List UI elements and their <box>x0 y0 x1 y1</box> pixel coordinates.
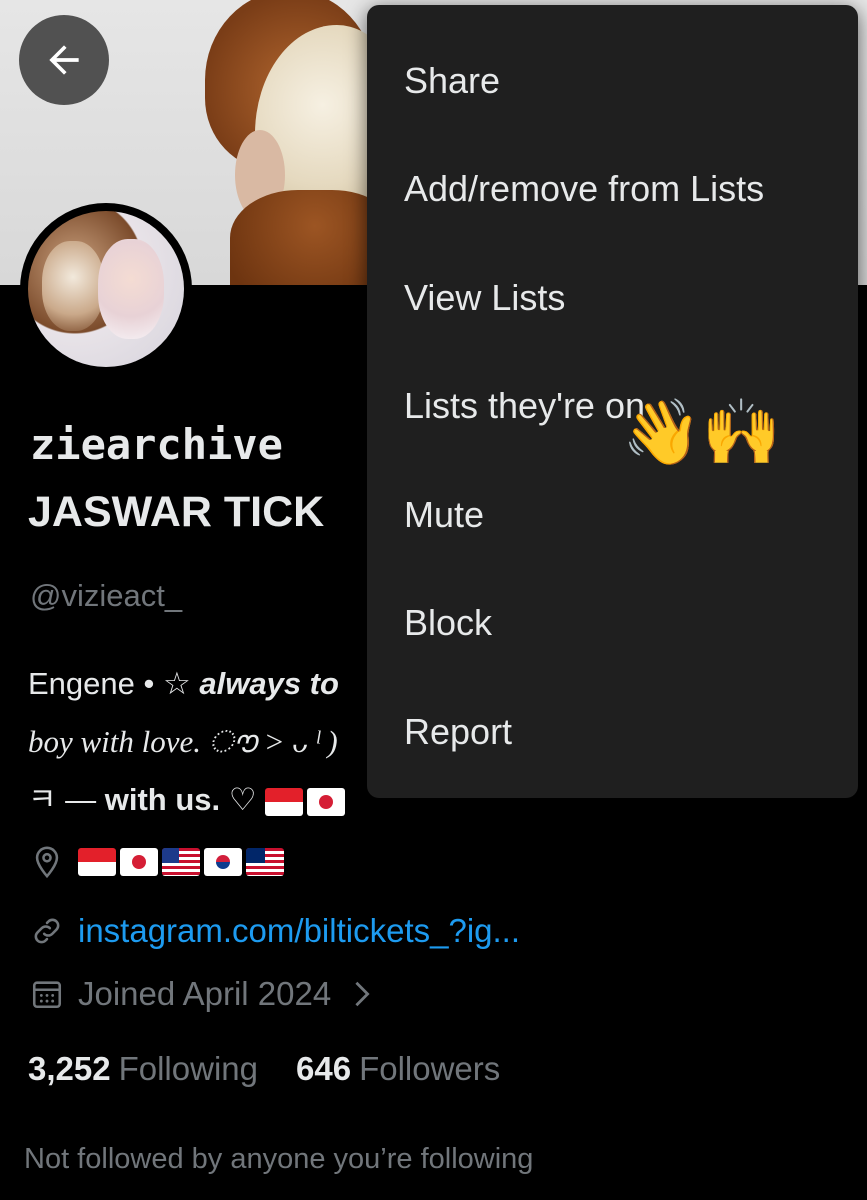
not-followed-note: Not followed by anyone you’re following <box>24 1143 534 1175</box>
avatar[interactable] <box>20 203 192 375</box>
back-button[interactable] <box>19 15 109 105</box>
joined-row[interactable]: Joined April 2024 <box>30 975 371 1013</box>
avatar-person-2 <box>98 239 164 339</box>
overflow-menu: Share Add/remove from Lists View Lists L… <box>367 5 858 798</box>
display-name-line-2: JASWAR TICK <box>28 488 325 536</box>
joined-date: Joined April 2024 <box>78 975 332 1012</box>
location-pin-icon <box>35 846 59 879</box>
followers-stat[interactable]: 646 Followers <box>296 1050 500 1087</box>
menu-item-add-remove-lists[interactable]: Add/remove from Lists <box>404 168 764 210</box>
menu-item-mute[interactable]: Mute <box>404 494 484 536</box>
link-icon <box>34 918 60 944</box>
flag-malaysia-icon <box>246 848 284 876</box>
avatar-photo <box>28 211 184 367</box>
flag-usa-icon <box>162 848 200 876</box>
user-handle: @vizieact_ <box>30 578 183 613</box>
flag-japan-icon <box>307 787 346 816</box>
bio-line-2: boy with love. ൗ > ᴗ ˡ ) <box>28 724 338 759</box>
menu-item-view-lists[interactable]: View Lists <box>404 277 565 319</box>
chevron-right-icon <box>355 981 370 1007</box>
following-stat[interactable]: 3,252 Following <box>28 1050 258 1087</box>
waving-hands-emoji: 👋🙌 <box>622 396 782 468</box>
flag-japan-icon <box>120 848 158 876</box>
profile-bio: Engene • ☆ always to boy with love. ൗ > … <box>28 655 368 829</box>
menu-item-share[interactable]: Share <box>404 60 500 102</box>
avatar-person-1 <box>42 241 104 331</box>
flag-indonesia-icon <box>78 848 116 876</box>
follow-stats: 3,252 Following 646 Followers <box>28 1050 500 1088</box>
calendar-icon <box>32 981 62 1009</box>
display-name: ziearchive <box>30 420 283 469</box>
menu-item-lists-theyre-on[interactable]: Lists they're on <box>404 385 645 427</box>
bio-line-3: ㅋ — with us. ♡ <box>28 771 368 829</box>
menu-item-report[interactable]: Report <box>404 711 512 753</box>
arrow-left-icon <box>49 45 79 75</box>
bio-line-1: Engene • ☆ always to <box>28 666 339 701</box>
website-row: instagram.com/biltickets_?ig... <box>30 912 520 950</box>
website-link[interactable]: instagram.com/biltickets_?ig... <box>78 912 520 950</box>
menu-item-block[interactable]: Block <box>404 602 492 644</box>
flag-korea-icon <box>204 848 242 876</box>
flag-indonesia-icon <box>265 787 304 816</box>
location-row <box>30 845 288 879</box>
